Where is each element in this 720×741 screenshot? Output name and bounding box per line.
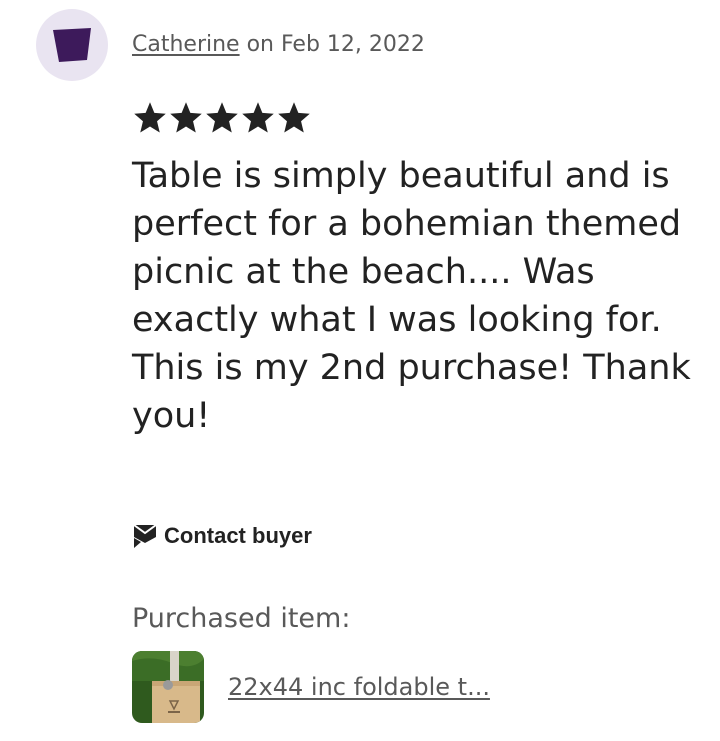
avatar-image-icon [53,28,91,62]
reviewer-name-link[interactable]: Catherine [132,32,240,57]
purchased-item-thumbnail[interactable] [132,651,204,723]
star-icon [170,102,202,133]
star-icon [134,102,166,133]
review-meta: Catherine on Feb 12, 2022 [132,30,425,60]
message-icon [133,524,157,548]
review-text: Table is simply beautiful and is perfect… [132,156,691,436]
star-icon [242,102,274,133]
contact-buyer-button[interactable]: Contact buyer [132,520,312,552]
star-rating [132,100,312,136]
purchased-item-link[interactable]: 22x44 inc foldable t... [228,671,490,703]
purchased-item-label: Purchased item: [132,603,351,634]
review-date: on Feb 12, 2022 [239,32,425,57]
star-icon [206,102,238,133]
reviewer-avatar[interactable] [36,9,108,81]
product-thumbnail-image [132,651,204,723]
star-icon [278,102,310,133]
contact-buyer-label: Contact buyer [164,523,312,548]
